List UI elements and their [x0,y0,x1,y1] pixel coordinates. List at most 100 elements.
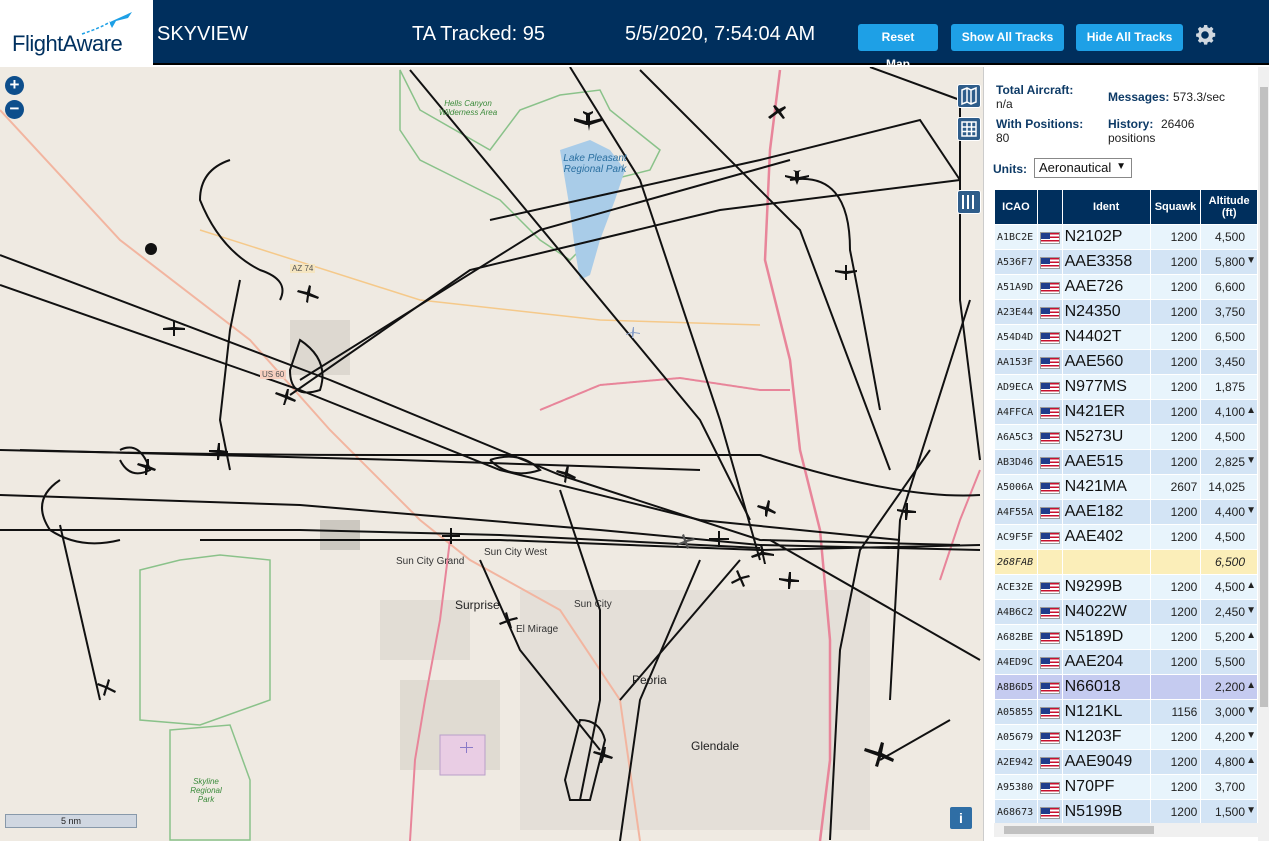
table-row[interactable]: A4B6C2 N4022W 1200 2,450 ▼ [995,600,1257,624]
cell-icao: A05679 [995,725,1037,749]
cell-flag [1037,800,1062,824]
cell-altitude: 6,500 [1201,550,1257,574]
cell-icao: AC9F5F [995,525,1037,549]
scrollbar-thumb[interactable] [1260,87,1268,707]
horizontal-scrollbar[interactable] [994,823,1258,837]
info-button[interactable]: i [950,807,972,829]
cell-squawk: 1200 [1150,800,1201,824]
flightaware-logo[interactable]: FlightAware [0,0,153,65]
table-row[interactable]: AD9ECA N977MS 1200 1,875 [995,375,1257,399]
us-flag-icon [1039,706,1060,719]
table-row[interactable]: A1BC2E N2102P 1200 4,500 [995,225,1257,249]
col-altitude[interactable]: Altitude (ft) [1201,190,1257,224]
cell-squawk: 1200 [1150,750,1201,774]
altitude-value: 6,600 [1214,280,1245,294]
cell-squawk: 1200 [1150,425,1201,449]
col-icao[interactable]: ICAO [995,190,1037,224]
table-row[interactable]: A6A5C3 N5273U 1200 4,500 [995,425,1257,449]
cell-icao: A536F7 [995,250,1037,274]
altitude-value: 4,500 [1214,230,1245,244]
zoom-in-button[interactable]: + [5,76,24,95]
cell-ident: AAE726 [1062,275,1150,299]
cell-flag [1037,350,1062,374]
map-view[interactable]: Hells Canyon Wilderness Area Lake Pleasa… [0,67,983,841]
table-row[interactable]: A5006A N421MA 2607 14,025 [995,475,1257,499]
map-label-peoria: Peoria [632,673,667,687]
zoom-out-button[interactable]: − [5,100,24,119]
us-flag-icon [1039,781,1060,794]
trend-icon: ▼ [1246,455,1256,466]
table-row[interactable]: A536F7 AAE3358 1200 5,800 ▼ [995,250,1257,274]
grid-toggle-button[interactable] [957,117,981,141]
cell-icao: A4FFCA [995,400,1037,424]
us-flag-icon [1039,231,1060,244]
col-squawk[interactable]: Squawk [1150,190,1201,224]
vertical-scrollbar[interactable] [1258,67,1269,841]
cell-altitude: 4,500 ▲ [1201,575,1257,599]
table-row[interactable]: A95380 N70PF 1200 3,700 [995,775,1257,799]
altitude-value: 4,100 [1214,405,1245,419]
reset-map-button[interactable]: Reset Map [858,24,938,71]
table-row[interactable]: AC9F5F AAE402 1200 4,500 [995,525,1257,549]
cell-altitude: 3,450 [1201,350,1257,374]
altitude-value: 5,800 [1214,255,1245,269]
cell-icao: A4B6C2 [995,600,1037,624]
col-flag[interactable] [1037,190,1062,224]
show-all-tracks-button[interactable]: Show All Tracks [951,24,1064,51]
cell-altitude: 5,800 ▼ [1201,250,1257,274]
scrollbar-thumb[interactable] [1004,826,1154,834]
table-row[interactable]: A68673 N5199B 1200 1,500 ▼ [995,800,1257,824]
table-row[interactable]: A51A9D AAE726 1200 6,600 [995,275,1257,299]
cell-squawk: 1200 [1150,775,1201,799]
table-row[interactable]: A2E942 AAE9049 1200 4,800 ▲ [995,750,1257,774]
us-flag-icon [1039,756,1060,769]
table-row[interactable]: A23E44 N24350 1200 3,750 [995,300,1257,324]
cell-altitude: 6,600 [1201,275,1257,299]
history-value: 26406 positions [1108,117,1195,145]
cell-ident: N421ER [1062,400,1150,424]
cell-flag [1037,675,1062,699]
columns-toggle-button[interactable] [957,190,981,214]
gear-icon[interactable] [1192,22,1218,48]
cell-flag [1037,775,1062,799]
cell-ident: N977MS [1062,375,1150,399]
cell-altitude: 3,000 ▼ [1201,700,1257,724]
table-row[interactable]: AB3D46 AAE515 1200 2,825 ▼ [995,450,1257,474]
trend-icon: ▲ [1246,630,1256,641]
header-bar: FlightAware SKYVIEW TA Tracked: 95 5/5/2… [0,0,1269,71]
table-row[interactable]: A8B6D5 N66018 2,200 ▲ [995,675,1257,699]
table-row[interactable]: A05855 N121KL 1156 3,000 ▼ [995,700,1257,724]
col-ident[interactable]: Ident [1062,190,1150,224]
urban-area [520,590,870,830]
us-flag-icon [1039,681,1060,694]
table-row[interactable]: A682BE N5189D 1200 5,200 ▲ [995,625,1257,649]
airport [439,734,486,776]
altitude-value: 1,500 [1214,805,1245,819]
table-row[interactable]: AA153F AAE560 1200 3,450 [995,350,1257,374]
altitude-value: 1,875 [1214,380,1245,394]
highway [939,469,981,581]
units-select[interactable]: Aeronautical ▼ [1034,158,1132,178]
table-header-row: ICAO Ident Squawk Altitude (ft) [995,190,1257,224]
cell-squawk: 1156 [1150,700,1201,724]
map-layer-button[interactable] [957,84,981,108]
table-row[interactable]: 268FAB 6,500 [995,550,1257,574]
table-row[interactable]: ACE32E N9299B 1200 4,500 ▲ [995,575,1257,599]
units-select-value: Aeronautical [1039,160,1112,175]
table-row[interactable]: A4ED9C AAE204 1200 5,500 [995,650,1257,674]
table-row[interactable]: A4F55A AAE182 1200 4,400 ▼ [995,500,1257,524]
us-flag-icon [1039,456,1060,469]
altitude-value: 14,025 [1208,480,1245,494]
table-row[interactable]: A54D4D N4402T 1200 6,500 [995,325,1257,349]
us-flag-icon [1039,281,1060,294]
cell-flag [1037,650,1062,674]
aircraft-panel: Total Aircraft: n/a Messages: 573.3/sec … [983,67,1269,841]
cell-altitude: 2,825 ▼ [1201,450,1257,474]
table-row[interactable]: A4FFCA N421ER 1200 4,100 ▲ [995,400,1257,424]
hide-all-tracks-button[interactable]: Hide All Tracks [1076,24,1183,51]
cell-altitude: 5,500 [1201,650,1257,674]
cell-squawk: 1200 [1150,500,1201,524]
cell-squawk [1150,550,1201,574]
table-row[interactable]: A05679 N1203F 1200 4,200 ▼ [995,725,1257,749]
map-label-hells-canyon: Hells Canyon Wilderness Area [438,99,498,117]
